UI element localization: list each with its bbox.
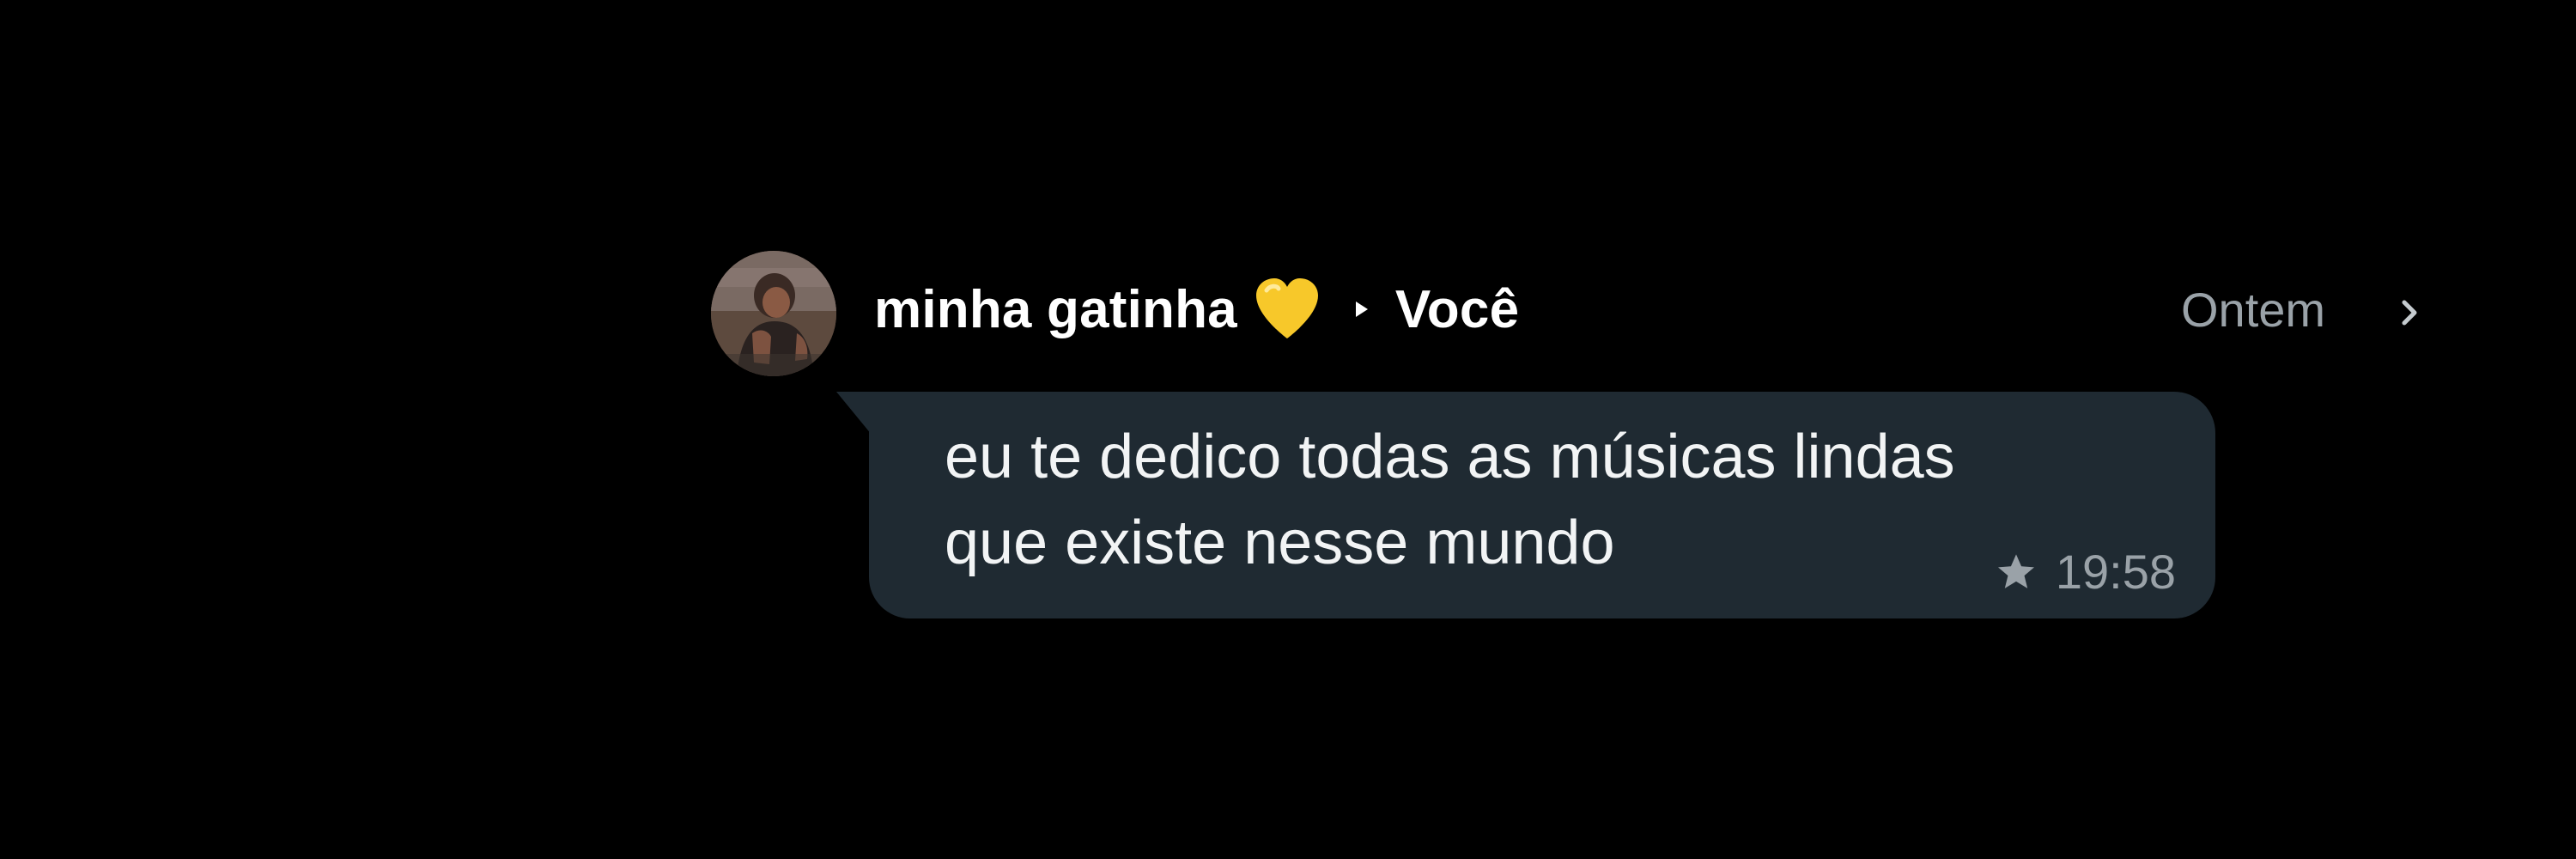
chevron-right-icon[interactable]: [2394, 295, 2425, 330]
yellow-heart-icon: [1253, 277, 1321, 342]
message-bubble[interactable]: eu te dedico todas as músicas lindas que…: [869, 392, 2215, 618]
message-time: 19:58: [2055, 545, 2176, 599]
avatar-photo: [711, 251, 836, 376]
message-header: minha gatinha Você: [874, 275, 1519, 344]
recipient-name: Você: [1394, 279, 1520, 339]
message-meta: 19:58: [1994, 544, 2176, 600]
star-icon: [1994, 550, 2038, 594]
avatar[interactable]: [711, 251, 836, 376]
starred-message-item[interactable]: minha gatinha Você Ontem eu te dedico to…: [711, 249, 2428, 627]
sender-name: minha gatinha: [874, 279, 1237, 339]
play-arrow-icon: [1355, 302, 1368, 317]
message-date: Ontem: [2181, 283, 2326, 337]
